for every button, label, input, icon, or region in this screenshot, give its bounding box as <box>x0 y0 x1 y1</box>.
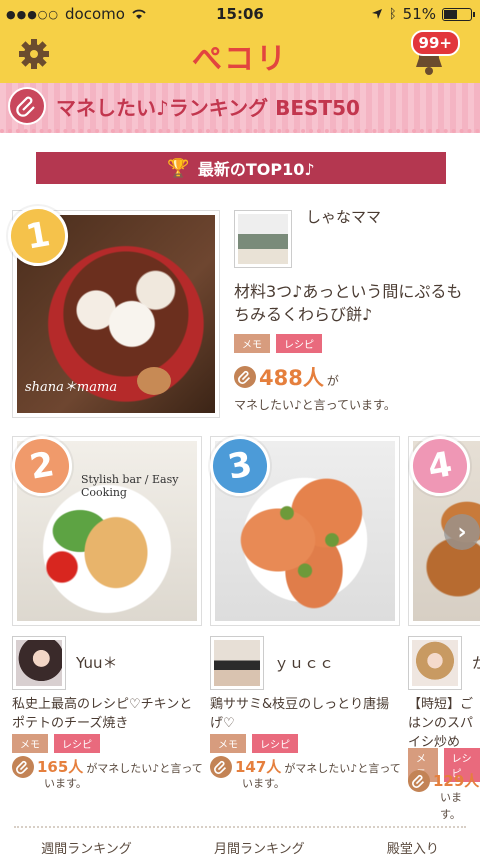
count-value: 129人 <box>433 772 480 790</box>
rank-badge-4: 4 <box>405 431 475 501</box>
tag-memo: メモ <box>408 748 438 782</box>
chevron-right-icon: › <box>457 519 467 545</box>
notifications-button[interactable]: 99+ <box>410 30 462 78</box>
photo-caption: Stylish bar / Easy Cooking <box>81 473 179 499</box>
mane-count: 488人 が <box>234 362 339 392</box>
footer-link-weekly[interactable]: 週間ランキング <box>41 838 132 857</box>
spoon-shape <box>137 367 171 395</box>
battery-icon <box>442 7 475 21</box>
avatar[interactable] <box>408 636 462 690</box>
recipe-title[interactable]: 鶏ササミ&枝豆のしっとり唐揚げ♡ <box>210 696 400 734</box>
avatar[interactable] <box>210 636 264 690</box>
count-suffix: がマネしたい♪と言って <box>284 762 401 775</box>
section-ribbon: 🏆 最新のTOP10♪ <box>36 152 446 184</box>
mane-count: 147人 がマネしたい♪と言って <box>210 756 401 778</box>
user-name[interactable]: か <box>472 652 480 673</box>
footer-link-hall-of-fame[interactable]: 殿堂入り <box>387 838 439 857</box>
user-name[interactable]: Yuu＊ <box>76 652 117 673</box>
footer-links: 週間ランキング 月間ランキング 殿堂入り <box>0 838 480 857</box>
next-arrow-button[interactable]: › <box>444 514 480 550</box>
tag-recipe: レシピ <box>54 734 100 753</box>
battery-percent: 51% <box>402 5 436 23</box>
says-text: います。 <box>440 791 462 821</box>
tag-recipe: レシピ <box>276 334 322 353</box>
app-header: ぺコリ 99+ <box>0 28 480 83</box>
tag-list: メモ レシピ <box>408 748 480 782</box>
avatar[interactable] <box>234 210 292 268</box>
divider <box>14 826 466 828</box>
count-value: 147人 <box>235 758 282 776</box>
bluetooth-icon: ᛒ <box>388 6 397 22</box>
avatar[interactable] <box>12 636 66 690</box>
tag-memo: メモ <box>234 334 270 353</box>
mane-count: 165人 がマネしたい♪と言って <box>12 756 203 778</box>
clip-icon <box>234 366 256 388</box>
tag-list: メモ レシピ <box>12 734 100 753</box>
recipe-title[interactable]: 私史上最高のレシピ♡チキンとポテトのチーズ焼き <box>12 696 202 734</box>
section-title: 最新のTOP10♪ <box>197 160 315 179</box>
mane-count: 129人 <box>408 770 479 792</box>
recipe-title[interactable]: 材料3つ♪あっという間にぷるもちみるくわらび餅♪ <box>234 280 466 326</box>
count-value: 165人 <box>37 758 84 776</box>
says-text: マネしたい♪と言っています。 <box>234 398 396 412</box>
says-text: います。 <box>44 777 87 790</box>
photo-caption: shana＊mama <box>25 380 118 395</box>
tag-list: メモ レシピ <box>234 334 322 353</box>
status-bar: ●●●○○ docomo 15:06 ᛒ 51% <box>0 0 480 28</box>
count-suffix: が <box>326 374 339 388</box>
banner-title: マネしたい♪ランキング BEST50 <box>56 95 360 120</box>
notification-badge: 99+ <box>410 30 460 56</box>
clip-icon <box>210 756 232 778</box>
tag-recipe: レシピ <box>443 748 480 782</box>
tag-memo: メモ <box>210 734 246 753</box>
location-icon <box>371 9 382 19</box>
footer-link-monthly[interactable]: 月間ランキング <box>214 838 305 857</box>
tag-memo: メモ <box>12 734 48 753</box>
recipe-title[interactable]: 【時短】ごはンのスパイシ炒め <box>408 696 480 753</box>
user-name[interactable]: しゃなママ <box>306 206 381 227</box>
count-suffix: がマネしたい♪と言って <box>86 762 203 775</box>
clip-icon <box>8 87 46 125</box>
clip-icon <box>408 770 430 792</box>
tag-recipe: レシピ <box>252 734 298 753</box>
says-text: います。 <box>242 777 285 790</box>
trophy-icon: 🏆 <box>167 157 190 179</box>
app-logo[interactable]: ぺコリ <box>0 34 480 78</box>
clip-icon <box>12 756 34 778</box>
user-name[interactable]: ｙｕｃｃ <box>274 652 334 673</box>
ranking-banner: マネしたい♪ランキング BEST50 <box>0 83 480 133</box>
count-value: 488人 <box>259 366 324 390</box>
tag-list: メモ レシピ <box>210 734 298 753</box>
